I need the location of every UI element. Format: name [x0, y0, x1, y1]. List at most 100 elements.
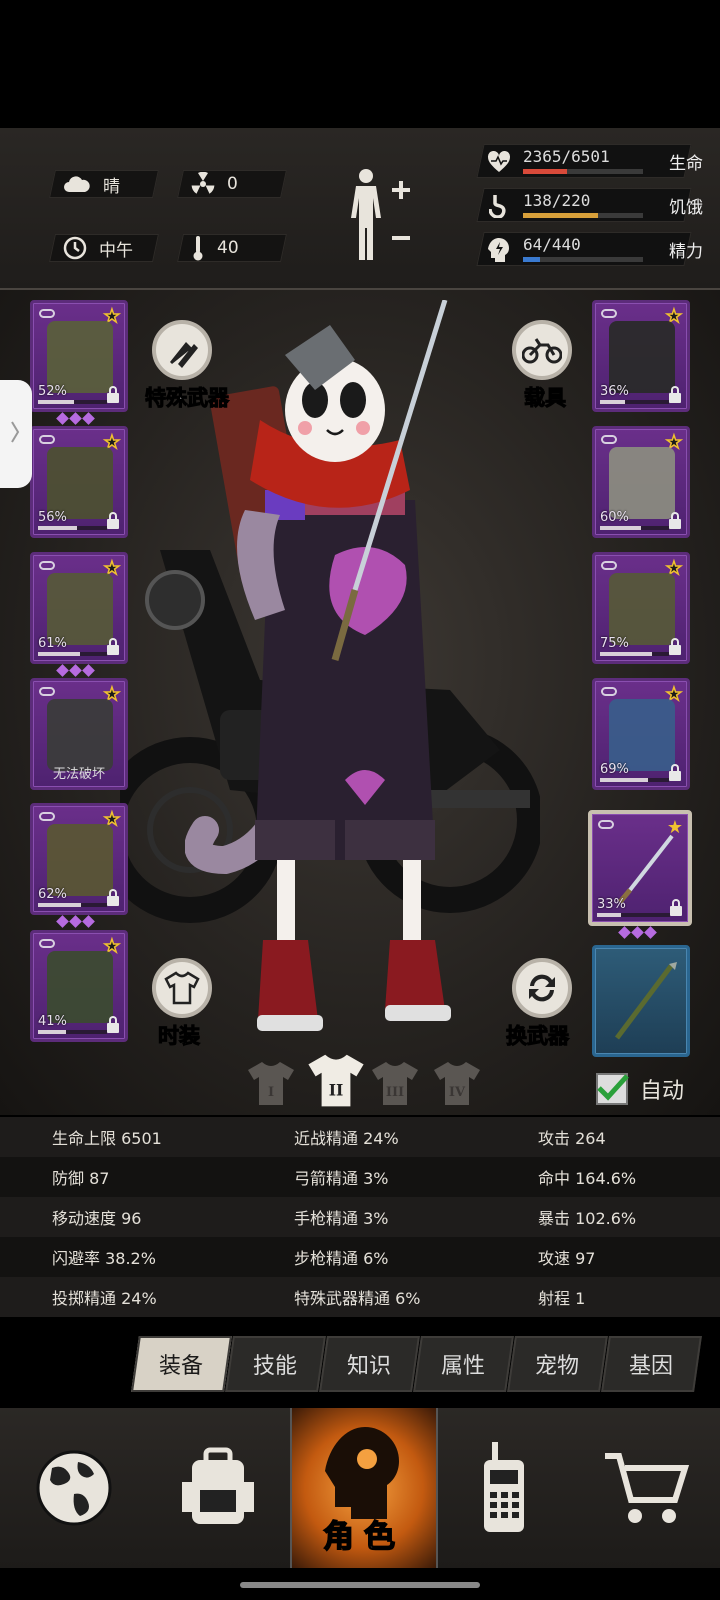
equip-slot-secondary-weapon[interactable] — [592, 945, 690, 1057]
lock-icon — [107, 889, 119, 906]
spear-icon — [615, 962, 677, 1040]
lock-icon — [107, 1016, 119, 1033]
tab-2[interactable]: 知识 — [319, 1336, 420, 1392]
tab-1[interactable]: 技能 — [225, 1336, 326, 1392]
energy-value: 64/440 — [523, 235, 581, 254]
stat-cell: 命中 164.6% — [538, 1169, 637, 1188]
radiation-chip: 0 — [177, 170, 287, 198]
equip-slot-vest[interactable]: ★ 56% — [30, 426, 128, 538]
energy-bar: 64/440 精力 — [476, 232, 703, 266]
armor-vest-icon — [609, 573, 675, 645]
stat-cell: 投掷精通 24% — [52, 1289, 157, 1308]
upgrade-gems — [56, 915, 95, 928]
durability-text: 41% — [38, 1014, 67, 1029]
fashion-button[interactable] — [152, 958, 212, 1018]
health-label: 生命 — [669, 154, 703, 174]
character-head-icon — [325, 1427, 399, 1519]
durability-bar — [38, 652, 107, 656]
lock-icon — [669, 386, 681, 403]
swap-weapon-label: 换武器 — [506, 1024, 570, 1049]
equip-slot-gas-mask[interactable]: ★ 60% — [592, 426, 690, 538]
stat-cell: 攻速 97 — [538, 1249, 596, 1268]
category-tabs: 装备 技能 知识 属性 宠物 基因 — [131, 1336, 702, 1392]
gem-icon — [56, 915, 69, 928]
equip-slot-helmet[interactable]: ★ 52% — [30, 300, 128, 412]
equip-slot-boots[interactable]: ★ 41% — [30, 930, 128, 1042]
energy-fill — [523, 257, 541, 262]
gem-icon — [618, 926, 631, 939]
equip-slot-suit[interactable]: ★ 61% — [30, 552, 128, 664]
nav-shop[interactable] — [572, 1408, 720, 1568]
tab-label: 基因 — [629, 1354, 674, 1379]
tab-label: 装备 — [159, 1354, 204, 1379]
nav-character-label: 角色 — [322, 1518, 405, 1556]
durability-fill — [597, 913, 622, 917]
auto-checkbox[interactable] — [596, 1073, 629, 1105]
fashion-label: 时装 — [158, 1024, 201, 1049]
side-drawer-handle[interactable] — [0, 380, 32, 488]
weather-chip: 晴 — [49, 170, 159, 198]
health-track — [523, 169, 643, 174]
outfit-tab-2[interactable]: II — [306, 1050, 366, 1110]
durability-fill — [600, 400, 625, 404]
durability-text: 75% — [600, 636, 629, 651]
tshirt-icon: IV — [434, 1062, 480, 1105]
special-weapon-label: 特殊武器 — [145, 386, 230, 411]
link-icon — [601, 309, 617, 318]
durability-fill — [38, 400, 74, 404]
outfit-tab-1[interactable]: I — [246, 1058, 296, 1108]
equip-slot-accessory[interactable]: ★ 69% — [592, 678, 690, 790]
katana-icon — [618, 834, 674, 904]
nav-world-map[interactable] — [0, 1408, 148, 1568]
durability-bar — [600, 652, 669, 656]
radiation-icon — [191, 172, 215, 194]
world-map-icon — [36, 1450, 112, 1526]
chevron-right-icon — [11, 421, 20, 443]
stat-cell: 暴击 102.6% — [538, 1209, 637, 1228]
nav-radio[interactable] — [430, 1408, 578, 1568]
nav-character[interactable]: 角色 — [290, 1408, 438, 1568]
tab-4[interactable]: 宠物 — [507, 1336, 608, 1392]
outfit-tab-3[interactable]: III — [370, 1058, 420, 1108]
gem-icon — [644, 926, 657, 939]
swap-weapon-button[interactable] — [512, 958, 572, 1018]
vehicle-button[interactable] — [512, 320, 572, 380]
auto-toggle[interactable]: 自动 — [596, 1073, 684, 1105]
gem-icon — [82, 664, 95, 677]
hunger-value: 138/220 — [523, 191, 591, 210]
gem-icon — [82, 412, 95, 425]
equip-slot-backpack[interactable]: ★ 无法破坏 — [30, 678, 128, 790]
tshirt-icon: III — [372, 1062, 418, 1105]
outfit-tab-4[interactable]: IV — [432, 1058, 482, 1108]
gem-icon — [631, 926, 644, 939]
special-weapon-button[interactable] — [152, 320, 212, 380]
home-indicator[interactable] — [240, 1582, 480, 1588]
camo-suit-icon — [47, 573, 113, 645]
link-icon — [39, 687, 55, 696]
nav-backpack[interactable] — [144, 1408, 292, 1568]
clock-icon — [63, 236, 87, 260]
tab-3[interactable]: 属性 — [413, 1336, 514, 1392]
radio-icon — [484, 1442, 524, 1532]
vehicle-label: 载具 — [524, 386, 567, 411]
thermometer-icon — [193, 236, 203, 261]
stat-cell: 防御 87 — [52, 1169, 110, 1188]
stat-cell: 移动速度 96 — [52, 1209, 142, 1228]
durability-text: 60% — [600, 510, 629, 525]
body-status-button[interactable] — [348, 166, 418, 266]
helmet-icon — [47, 321, 113, 393]
tab-5[interactable]: 基因 — [601, 1336, 702, 1392]
outfit-tab-number: IV — [449, 1085, 466, 1100]
tab-0[interactable]: 装备 — [131, 1336, 232, 1392]
stats-row: 移动速度 96 手枪精通 3% 暴击 102.6% — [0, 1197, 720, 1237]
weather-text: 晴 — [103, 176, 120, 197]
gem-icon — [56, 412, 69, 425]
link-icon — [601, 561, 617, 570]
durability-bar — [600, 400, 669, 404]
equip-slot-goggles[interactable]: ★ 36% — [592, 300, 690, 412]
durability-text: 62% — [38, 887, 67, 902]
equip-slot-weapon[interactable]: ★ 33% — [588, 810, 692, 926]
equip-slot-pants[interactable]: ★ 62% — [30, 803, 128, 915]
equip-slot-armor[interactable]: ★ 75% — [592, 552, 690, 664]
tab-label: 属性 — [441, 1354, 486, 1379]
